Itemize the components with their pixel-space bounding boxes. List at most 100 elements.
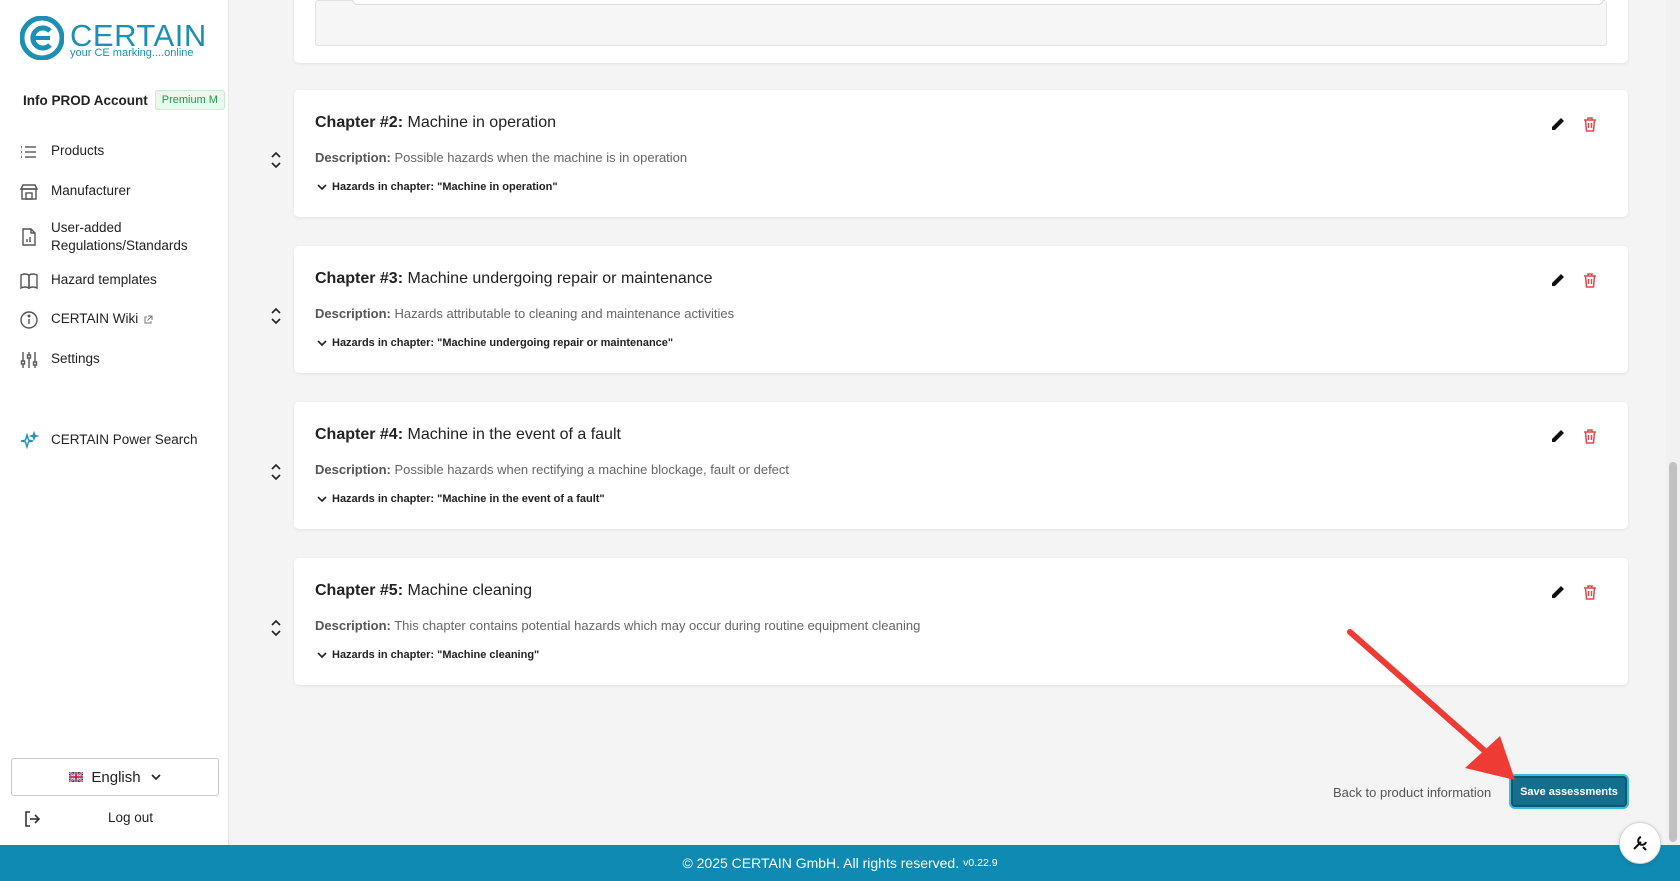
reorder-handle-icon[interactable]	[268, 306, 284, 326]
hazards-toggle[interactable]: Hazards in chapter: "Machine in the even…	[317, 493, 605, 505]
sidebar-item-label: User-added Regulations/Standards	[51, 220, 188, 253]
sidebar-item-label: CERTAIN Power Search	[51, 432, 198, 447]
sidebar-item-settings[interactable]: Settings	[19, 350, 100, 370]
account-name: Info PROD Account	[23, 92, 148, 108]
chapter-description: Description: Possible hazards when recti…	[315, 462, 789, 477]
hazards-label: Hazards in chapter: "Machine in the even…	[332, 493, 605, 505]
brand-logo[interactable]: CERTAIN your CE marking....online	[20, 16, 210, 64]
hazards-toggle[interactable]: Hazards in chapter: "Machine undergoing …	[317, 337, 673, 349]
chapter-title: Chapter #5: Machine cleaning	[315, 582, 532, 600]
chapter-number: Chapter #4:	[315, 426, 404, 443]
language-select[interactable]: English	[11, 758, 219, 796]
chapter-title: Chapter #4: Machine in the event of a fa…	[315, 426, 621, 444]
version-text: v0.22.9	[963, 857, 998, 869]
chapter-name: Machine in operation	[407, 114, 557, 131]
description-label: Description:	[315, 150, 391, 165]
sidebar-item-label: Hazard templates	[51, 272, 157, 287]
description-text: Possible hazards when the machine is in …	[394, 150, 688, 165]
delete-icon[interactable]	[1581, 271, 1599, 289]
logout-icon	[25, 811, 41, 827]
list-icon	[21, 146, 36, 158]
chapter-description: Description: Hazards attributable to cle…	[315, 306, 734, 321]
scrollbar[interactable]	[1666, 0, 1680, 845]
chapter-card: Chapter #5: Machine cleaning Description…	[294, 558, 1628, 685]
back-to-product-link[interactable]: Back to product information	[1333, 785, 1491, 800]
delete-icon[interactable]	[1581, 115, 1599, 133]
account-info: Info PROD Account Premium M	[23, 90, 229, 110]
chapter-number: Chapter #2:	[315, 114, 404, 131]
chapter-title: Chapter #3: Machine undergoing repair or…	[315, 270, 713, 288]
info-icon	[20, 311, 38, 329]
chapter-card-partial	[294, 0, 1628, 63]
sparkles-icon	[20, 431, 39, 450]
support-chat-button[interactable]	[1619, 822, 1661, 864]
document-chart-icon	[22, 228, 36, 246]
chapter-number: Chapter #5:	[315, 582, 404, 599]
logout-button[interactable]: Log out	[22, 808, 222, 830]
chapter-title: Chapter #2: Machine in operation	[315, 114, 556, 132]
chevron-down-icon	[317, 495, 327, 502]
sidebar-item-regulations[interactable]: User-added Regulations/Standards	[19, 219, 209, 255]
hazards-toggle[interactable]: Hazards in chapter: "Machine cleaning"	[317, 649, 539, 661]
footer: © 2025 CERTAIN GmbH. All rights reserved…	[0, 845, 1680, 881]
edit-icon[interactable]	[1549, 115, 1567, 133]
chapter-name: Machine undergoing repair or maintenance	[407, 270, 713, 287]
copyright-text: © 2025 CERTAIN GmbH. All rights reserved…	[682, 855, 960, 871]
sliders-icon	[20, 352, 38, 368]
hazards-toggle[interactable]: Hazards in chapter: "Machine in operatio…	[317, 181, 558, 193]
sidebar-item-wiki[interactable]: CERTAIN Wiki	[19, 310, 153, 330]
edit-icon[interactable]	[1549, 427, 1567, 445]
book-icon	[20, 273, 38, 290]
sidebar-item-label: Products	[51, 143, 105, 158]
chapter-card: Chapter #4: Machine in the event of a fa…	[294, 402, 1628, 529]
hazards-label: Hazards in chapter: "Machine in operatio…	[332, 181, 558, 193]
logout-label: Log out	[108, 810, 154, 825]
certain-logo-icon	[20, 16, 64, 60]
hazards-label: Hazards in chapter: "Machine cleaning"	[332, 649, 540, 661]
description-label: Description:	[315, 462, 391, 477]
sidebar-item-products[interactable]: Products	[19, 142, 104, 162]
external-link-icon	[144, 315, 153, 324]
plan-badge: Premium M	[154, 90, 225, 110]
sidebar-item-power-search[interactable]: CERTAIN Power Search	[19, 431, 198, 451]
chevron-down-icon	[317, 651, 327, 658]
chapter-content-box	[315, 0, 1607, 46]
uk-flag-icon	[69, 772, 84, 782]
chapter-number: Chapter #3:	[315, 270, 404, 287]
save-assessments-button[interactable]: Save assessments	[1511, 776, 1627, 807]
edit-icon[interactable]	[1549, 271, 1567, 289]
chevron-down-icon	[151, 773, 161, 780]
delete-icon[interactable]	[1581, 427, 1599, 445]
chevron-down-icon	[317, 183, 327, 190]
chevron-down-icon	[317, 339, 327, 346]
sidebar-item-hazard-templates[interactable]: Hazard templates	[19, 271, 157, 291]
hazards-label: Hazards in chapter: "Machine undergoing …	[332, 337, 674, 349]
description-text: Possible hazards when rectifying a machi…	[394, 462, 790, 477]
chapter-description: Description: Possible hazards when the m…	[315, 150, 687, 165]
scrollbar-thumb[interactable]	[1669, 462, 1677, 842]
language-label: English	[91, 768, 141, 786]
description-label: Description:	[315, 306, 391, 321]
chapter-name: Machine in the event of a fault	[407, 426, 621, 443]
sidebar-item-label: Manufacturer	[51, 183, 131, 198]
sidebar-item-label: CERTAIN Wiki	[51, 311, 139, 326]
brand-tagline: your CE marking....online	[70, 47, 194, 59]
description-text: Hazards attributable to cleaning and mai…	[394, 306, 735, 321]
nested-box	[352, 0, 1604, 5]
edit-icon[interactable]	[1549, 583, 1567, 601]
chapter-card: Chapter #2: Machine in operation Descrip…	[294, 90, 1628, 217]
store-icon	[19, 184, 39, 200]
delete-icon[interactable]	[1581, 583, 1599, 601]
wrench-icon	[1633, 836, 1647, 851]
reorder-handle-icon[interactable]	[268, 618, 284, 638]
sidebar: CERTAIN your CE marking....online Info P…	[0, 0, 229, 845]
reorder-handle-icon[interactable]	[268, 150, 284, 170]
description-label: Description:	[315, 618, 391, 633]
sidebar-item-label: Settings	[51, 351, 100, 366]
chapter-card: Chapter #3: Machine undergoing repair or…	[294, 246, 1628, 373]
description-text: This chapter contains potential hazards …	[394, 618, 921, 633]
reorder-handle-icon[interactable]	[268, 462, 284, 482]
chapter-name: Machine cleaning	[407, 582, 533, 599]
sidebar-item-manufacturer[interactable]: Manufacturer	[19, 182, 131, 202]
chapter-description: Description: This chapter contains poten…	[315, 618, 920, 633]
